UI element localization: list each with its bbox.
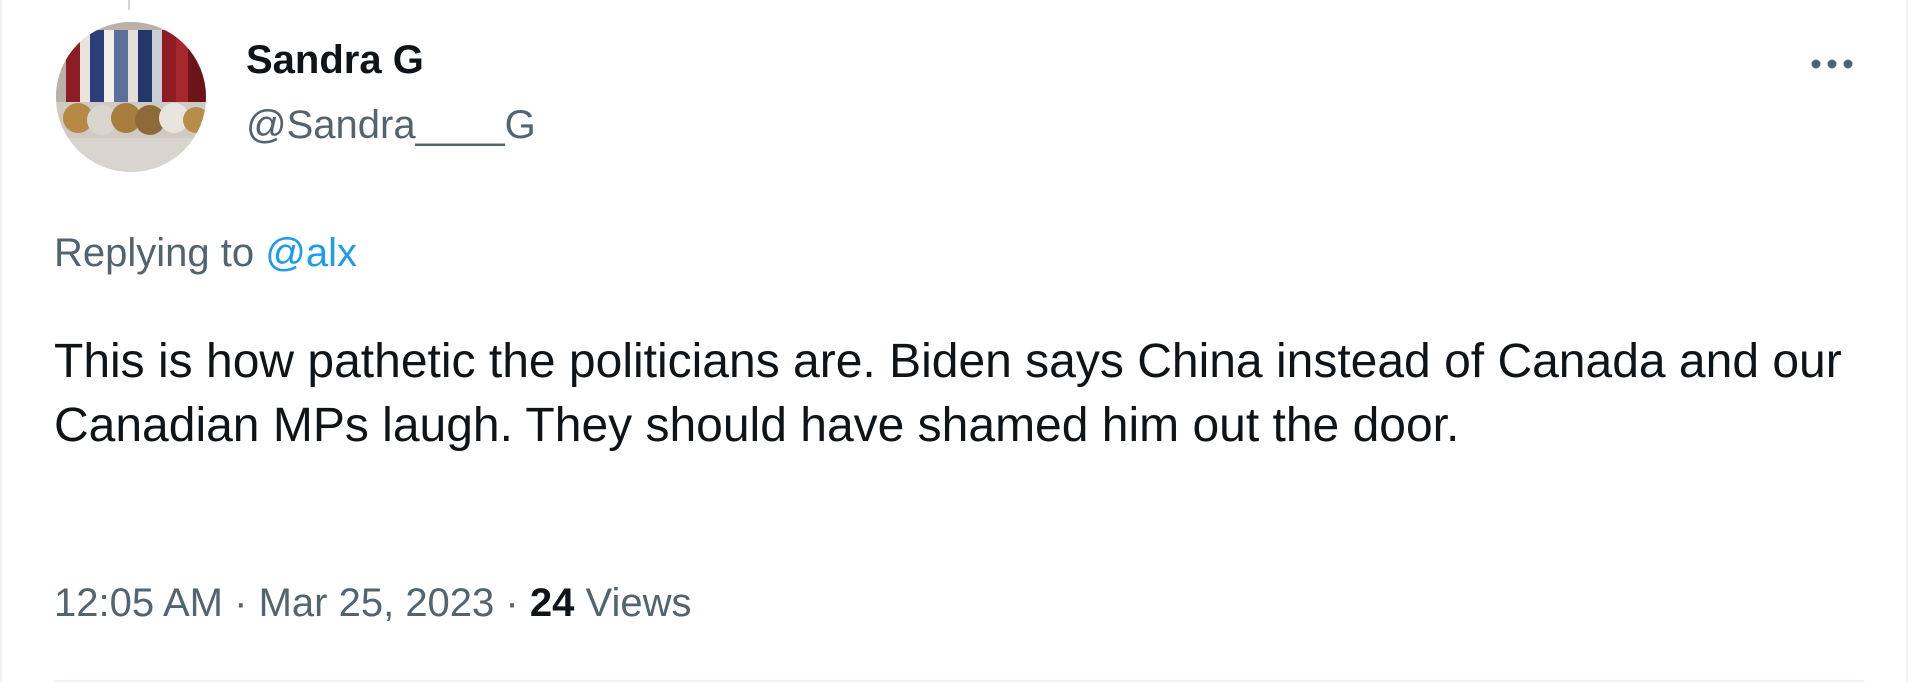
tweet-text: This is how pathetic the politicians are… — [54, 335, 1856, 452]
meta-separator: · — [234, 581, 248, 625]
more-horizontal-icon — [1811, 59, 1853, 69]
tweet-time[interactable]: 12:05 AM — [54, 581, 223, 625]
more-options-button[interactable] — [1800, 44, 1864, 84]
author-handle[interactable]: @Sandra____G — [246, 100, 536, 150]
tweet-date[interactable]: Mar 25, 2023 — [259, 581, 495, 625]
replying-to-label: Replying to — [54, 231, 255, 275]
tweet-meta: 12:05 AM · Mar 25, 2023 · 24 Views — [54, 578, 691, 628]
avatar[interactable] — [56, 22, 206, 172]
avatar-medals-image — [56, 22, 206, 172]
right-border — [1906, 0, 1908, 682]
thread-connector — [128, 0, 130, 10]
reply-mention-link[interactable]: @alx — [265, 231, 357, 275]
left-border — [0, 0, 2, 682]
meta-separator: · — [505, 581, 519, 625]
tweet: Sandra G @Sandra____G Replying to @alx T… — [0, 0, 1920, 682]
replying-to-line: Replying to @alx — [54, 228, 357, 278]
views-count[interactable]: 24 — [530, 581, 575, 625]
author-display-name[interactable]: Sandra G — [246, 36, 536, 84]
author-block: Sandra G @Sandra____G — [246, 36, 536, 150]
views-label[interactable]: Views — [586, 581, 692, 625]
